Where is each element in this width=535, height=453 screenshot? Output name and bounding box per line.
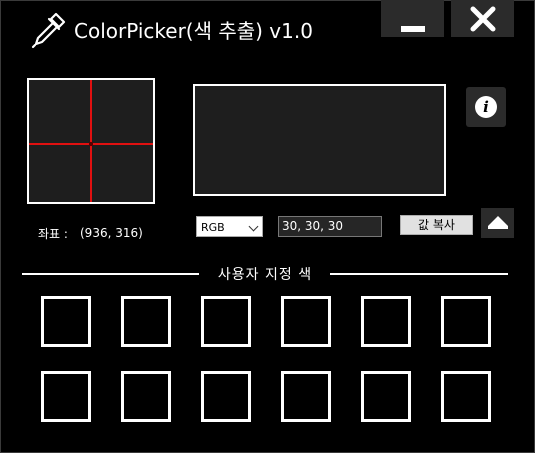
crosshair-center [89,142,93,146]
custom-color-swatch-5[interactable] [361,296,411,347]
custom-color-swatch-7[interactable] [41,371,91,422]
section-divider-right [330,273,508,275]
custom-color-swatch-2[interactable] [121,296,171,347]
eyedropper-icon [31,12,66,49]
coordinates-label: 좌표 : [38,227,68,241]
minimize-icon [401,26,425,32]
coordinates-value: (936, 316) [80,226,143,240]
color-mode-select[interactable]: RGB [196,216,263,237]
custom-color-swatch-11[interactable] [361,371,411,422]
chevron-down-icon [248,221,259,232]
close-button[interactable] [451,0,514,37]
section-divider-left [22,273,199,275]
color-value-field[interactable]: 30, 30, 30 [278,216,382,237]
magnifier-view [27,78,155,204]
custom-colors-title: 사용자 지정 색 [217,267,313,283]
custom-color-swatch-9[interactable] [201,371,251,422]
title-bar[interactable]: ColorPicker(색 추출) v1.0 [0,0,535,60]
custom-color-swatch-10[interactable] [281,371,331,422]
custom-color-swatch-4[interactable] [281,296,331,347]
close-icon [470,6,496,32]
custom-color-swatch-8[interactable] [121,371,171,422]
custom-color-swatch-3[interactable] [201,296,251,347]
color-mode-value: RGB [201,221,225,234]
collapse-button[interactable] [481,208,514,238]
custom-color-swatch-6[interactable] [441,296,491,347]
custom-color-swatch-1[interactable] [41,296,91,347]
color-preview [193,84,446,196]
crosshair-vertical [90,80,92,202]
custom-color-swatch-12[interactable] [441,371,491,422]
info-button[interactable]: i [466,87,506,127]
copy-value-button[interactable]: 값 복사 [400,215,473,235]
info-icon: i [475,96,497,118]
minimize-button[interactable] [381,0,444,37]
window-title: ColorPicker(색 추출) v1.0 [74,19,313,43]
